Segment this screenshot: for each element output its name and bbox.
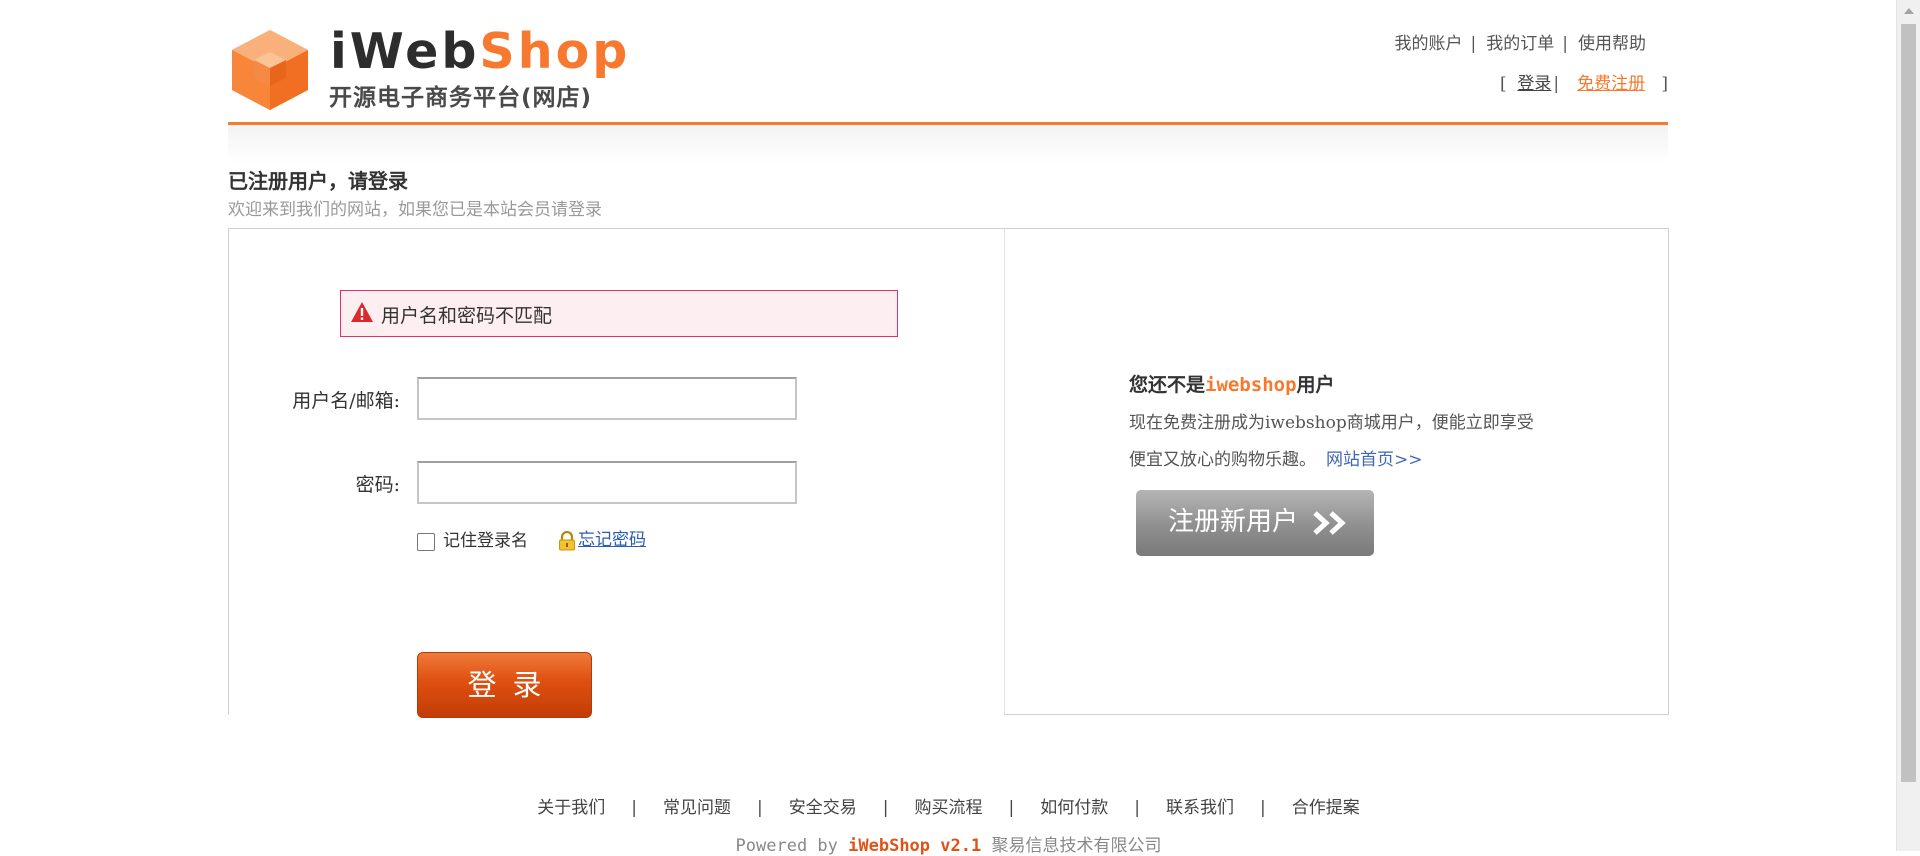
forgot-password: 忘记密码 (558, 525, 646, 551)
footer-link-security[interactable]: 安全交易 (789, 798, 857, 818)
powered-by-text: Powered by (735, 836, 849, 856)
top-link-account[interactable]: 我的账户 (1395, 34, 1463, 54)
footer-separator: | (1259, 798, 1266, 818)
password-input[interactable] (417, 461, 797, 504)
register-title-prefix: 您还不是 (1129, 374, 1206, 396)
page-title: 已注册用户，请登录 (228, 169, 408, 193)
password-label: 密码: (355, 474, 400, 496)
footer-link-contact[interactable]: 联系我们 (1166, 798, 1234, 818)
top-nav-separator: | (1562, 34, 1568, 54)
site-logo[interactable]: iWebShop 开源电子商务平台(网店) (228, 24, 648, 114)
footer-separator: | (757, 798, 763, 818)
forgot-password-link[interactable]: 忘记密码 (578, 530, 646, 550)
warning-triangle-icon (351, 302, 373, 322)
logo-subtitle: 开源电子商务平台(网店) (329, 85, 593, 111)
auth-separator: | (1553, 74, 1560, 94)
register-link[interactable]: 免费注册 (1577, 74, 1645, 94)
footer-powered-by: Powered by iWebShop v2.1 聚易信息技术有限公司 (0, 831, 1897, 856)
remember-checkbox[interactable] (417, 532, 435, 551)
logo-word-shop: Shop (479, 23, 631, 80)
site-header: iWebShop 开源电子商务平台(网店) 我的账户 | 我的订单 | 使用帮助 [ 登… (228, 0, 1668, 125)
footer-link-about[interactable]: 关于我们 (537, 798, 605, 818)
double-chevron-right-icon (1313, 511, 1346, 535)
logo-wordmark: iWebShop (330, 24, 630, 80)
register-title: 您还不是iwebshop用户 (1129, 370, 1335, 397)
footer-link-purchase-flow[interactable]: 购买流程 (915, 798, 983, 818)
register-title-suffix: 用户 (1296, 374, 1335, 396)
register-button-label: 注册新用户 (1168, 507, 1299, 537)
lock-icon (559, 530, 575, 550)
register-description-text: 便宜又放心的购物乐趣。 (1129, 450, 1316, 470)
top-nav-separator: | (1470, 34, 1477, 54)
top-nav: 我的账户 | 我的订单 | 使用帮助 (1395, 29, 1646, 54)
footer-separator: | (631, 798, 638, 818)
auth-bracket-open: [ (1499, 74, 1507, 94)
error-message-text: 用户名和密码不匹配 (381, 305, 553, 327)
register-panel (1004, 228, 1669, 715)
orange-cube-logo-icon (232, 30, 308, 110)
login-submit-button[interactable]: 登录 (417, 652, 592, 718)
remember-label: 记住登录名 (443, 531, 528, 551)
username-input[interactable] (417, 377, 797, 420)
error-message-box: 用户名和密码不匹配 (340, 290, 898, 337)
register-description-line2: 便宜又放心的购物乐趣。 网站首页>> (1129, 445, 1423, 470)
footer-separator: | (1008, 798, 1015, 818)
home-page-link[interactable]: 网站首页>> (1326, 450, 1423, 470)
top-link-orders[interactable]: 我的订单 (1486, 34, 1554, 54)
username-label: 用户名/邮箱: (292, 390, 400, 412)
scrollbar-thumb[interactable] (1901, 24, 1916, 782)
footer-links: 关于我们 | 常见问题 | 安全交易 | 购买流程 | 如何付款 | 联系我们 | 合作提案 (0, 793, 1897, 818)
scroll-up-arrow-icon[interactable] (1904, 8, 1914, 14)
footer-separator: | (1134, 798, 1140, 818)
login-link[interactable]: 登录 (1517, 74, 1551, 94)
footer-link-payment[interactable]: 如何付款 (1040, 798, 1108, 818)
auth-bracket-close: ] (1661, 74, 1668, 94)
footer-link-partnership[interactable]: 合作提案 (1292, 798, 1360, 818)
auth-links: [ 登录 | 免费注册 ] (1500, 69, 1668, 94)
remember-row: 记住登录名 (417, 526, 528, 551)
page-subtitle: 欢迎来到我们的网站，如果您已是本站会员请登录 (228, 200, 602, 220)
vertical-scrollbar[interactable] (1896, 0, 1920, 851)
register-new-user-button[interactable]: 注册新用户 (1136, 490, 1374, 556)
company-name: 聚易信息技术有限公司 (991, 836, 1162, 856)
logo-word-iweb: iWeb (330, 23, 480, 80)
powered-by-version[interactable]: iWebShop v2.1 (848, 836, 981, 856)
header-shadow (228, 125, 1668, 163)
top-link-help[interactable]: 使用帮助 (1578, 34, 1646, 54)
register-title-brand: iwebshop (1205, 374, 1297, 396)
footer-link-faq[interactable]: 常见问题 (663, 798, 731, 818)
footer-separator: | (882, 798, 889, 818)
register-description-line1: 现在免费注册成为iwebshop商城用户，便能立即享受 (1129, 413, 1534, 433)
